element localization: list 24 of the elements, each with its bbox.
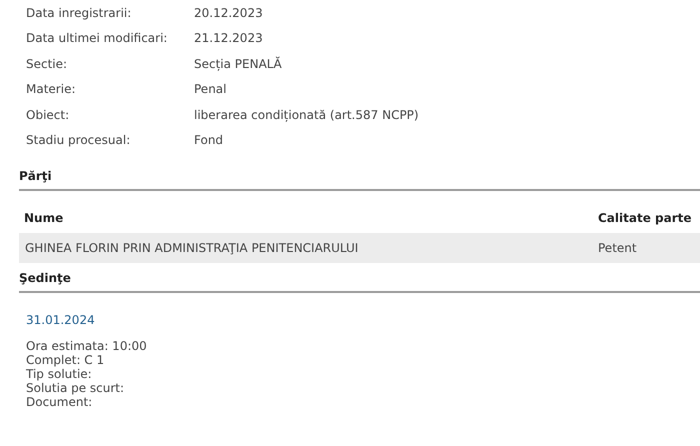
field-label: Data inregistrarii: [26,4,132,22]
section-heading: Părţi [19,161,700,191]
field-value: Penal [194,81,226,98]
field-label: Stadiu procesual: [26,132,132,150]
table-cell-text: Petent [598,240,638,257]
field-label: Sectie: [26,56,68,73]
column-header: Calitate parte [598,210,692,227]
hearing-detail: Solutia pe scurt: [26,381,126,395]
field-value: Fond [194,132,224,150]
field-label: Materie: [26,81,76,98]
section-heading: Şedinţe [19,263,700,293]
table-cell-text: GHINEA FLORIN PRIN ADMINISTRAŢIA PENITENCIARULUI [25,240,360,257]
hearing-detail: Ora estimata: 10:00 [26,339,148,353]
hearing-date: 31.01.2024 [26,312,96,329]
hearing-detail: Complet: C 1 [26,353,106,367]
column-header: Nume [24,210,64,227]
field-value: liberarea condiționată (art.587 NCPP) [194,106,419,124]
field-label: Data ultimei modificari: [26,30,168,48]
field-value: 20.12.2023 [194,4,263,22]
field-label: Obiect: [26,106,70,124]
field-value: Secția PENALĂ [194,56,282,73]
hearing-detail: Document: [26,395,94,409]
hearing-detail: Tip solutie: [26,367,93,381]
field-value: 21.12.2023 [194,30,263,48]
